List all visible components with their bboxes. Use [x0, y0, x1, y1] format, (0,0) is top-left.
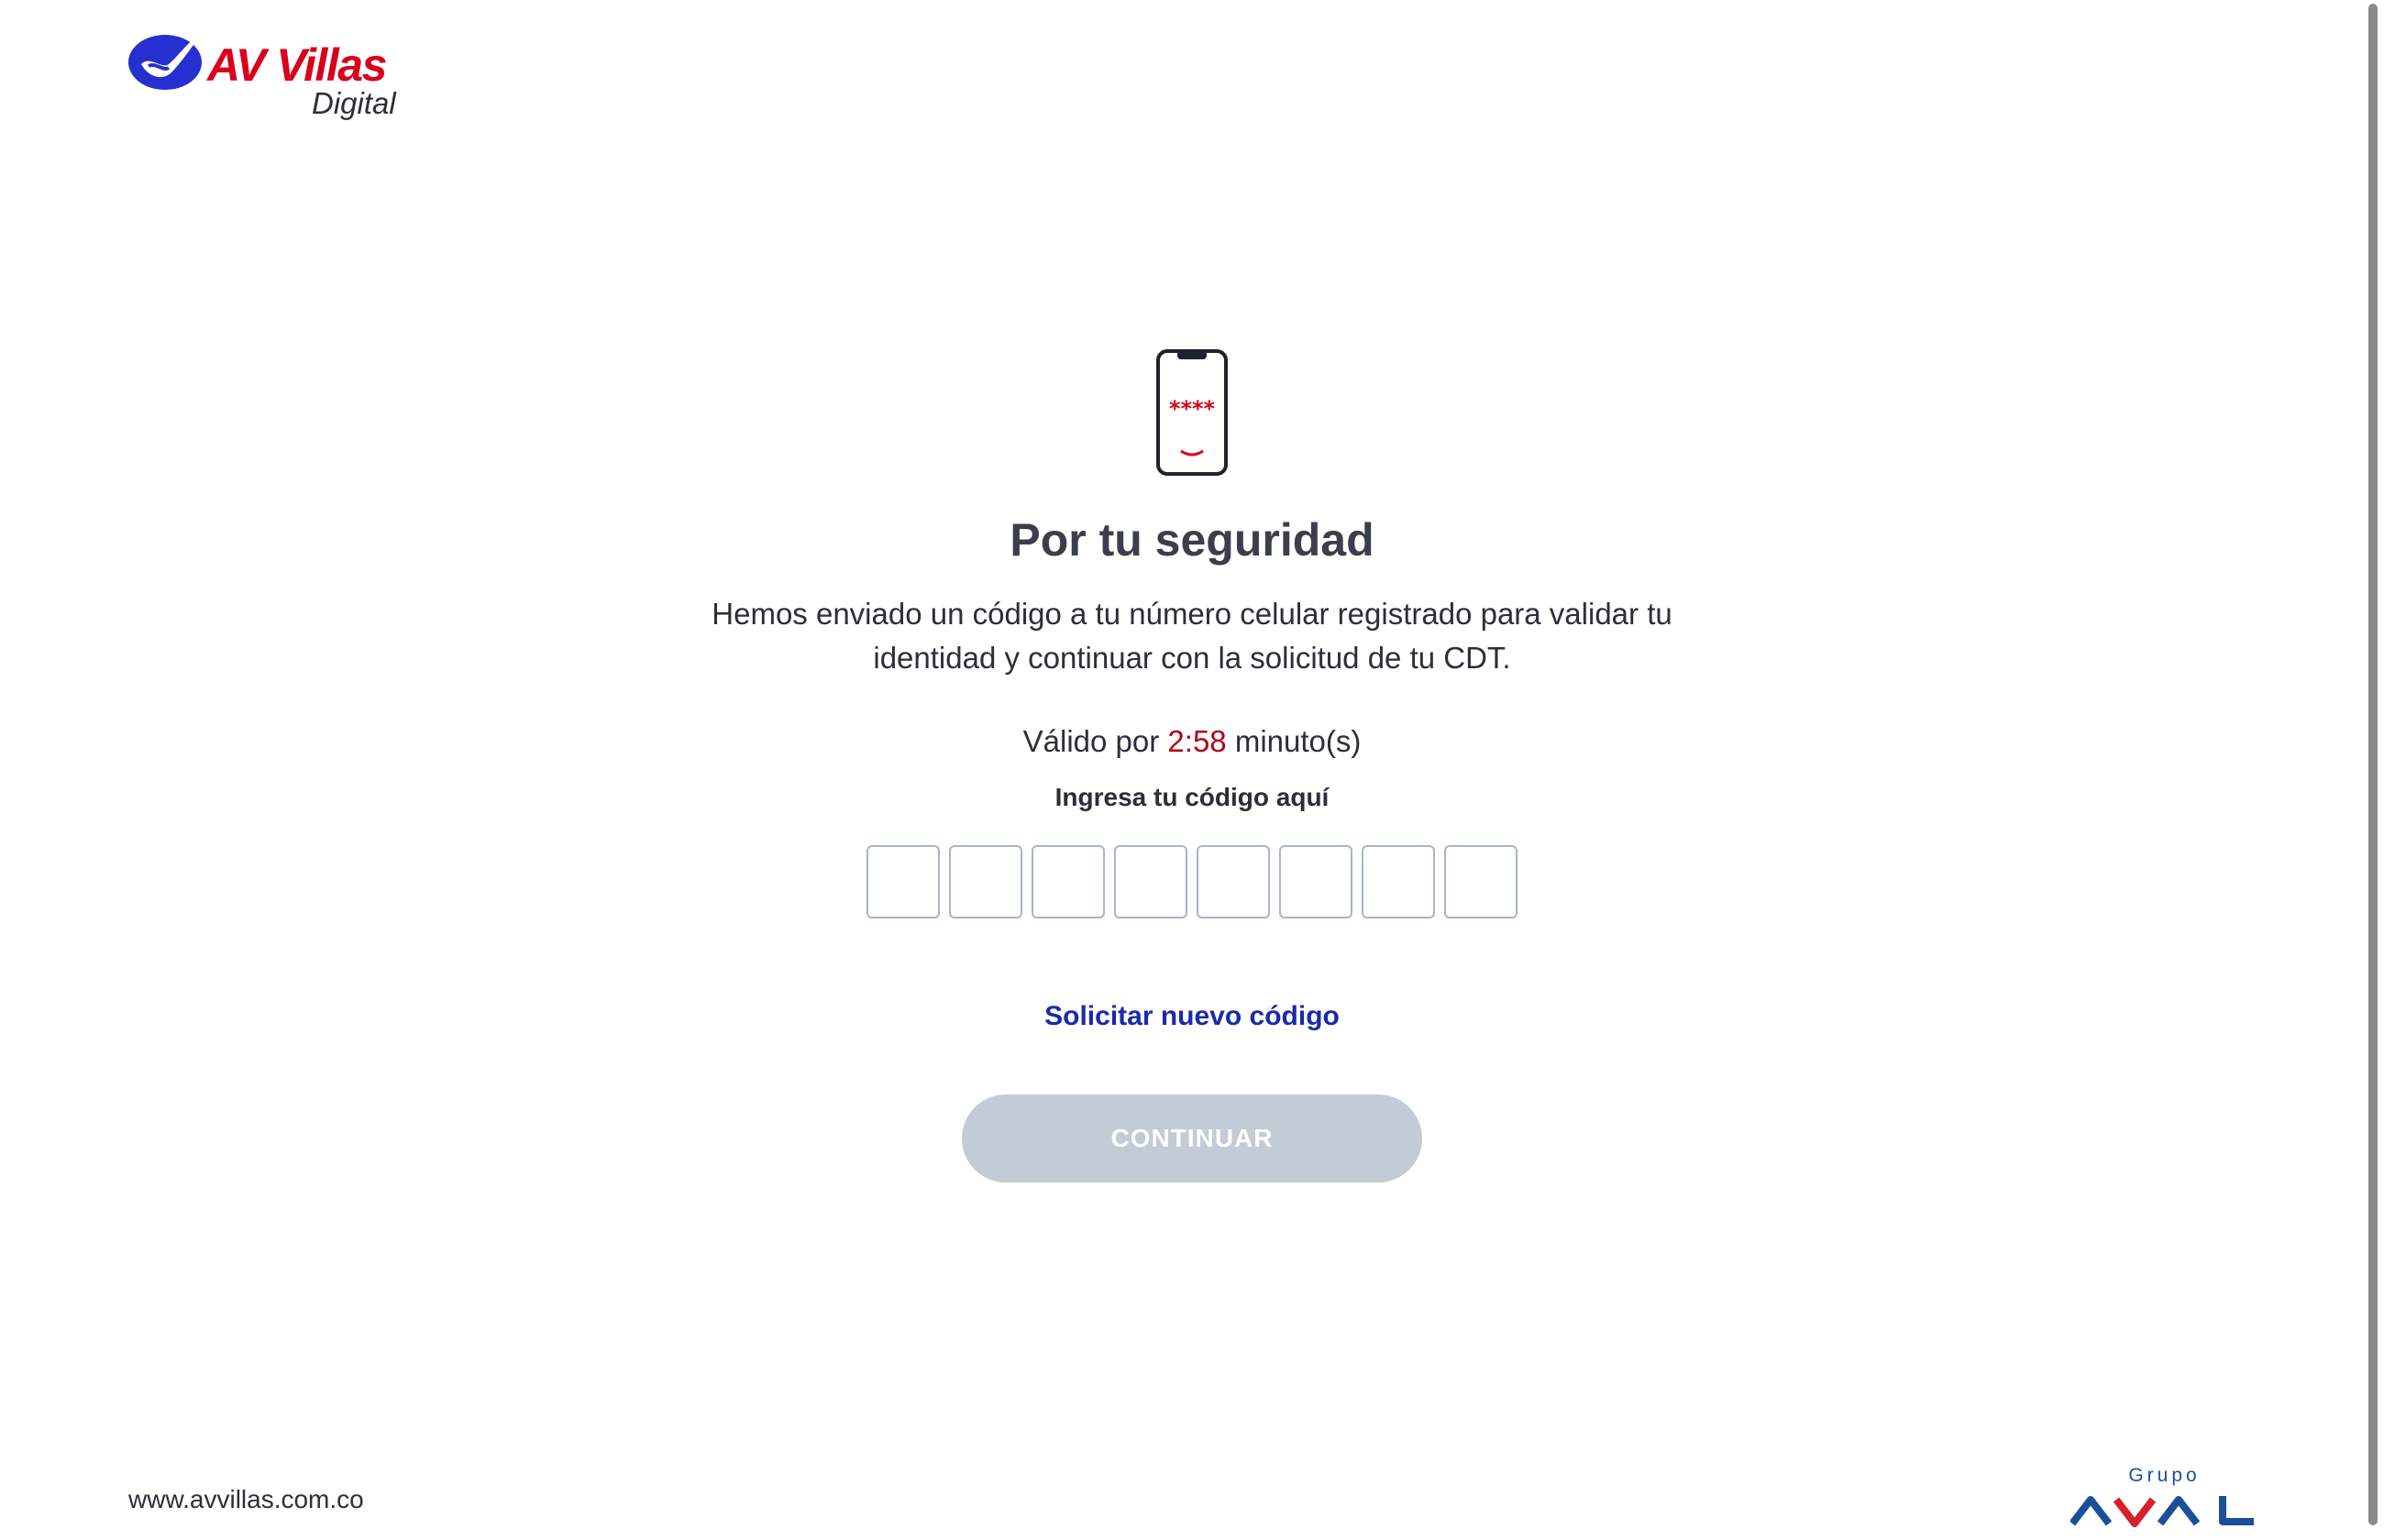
instructions-text: Hemos enviado un código a tu número celu…: [712, 597, 1672, 675]
countdown-timer: 2:58: [1167, 724, 1227, 758]
validity-suffix: minuto(s): [1234, 724, 1362, 758]
otp-digit-3[interactable]: [1032, 845, 1105, 918]
request-new-code-link[interactable]: Solicitar nuevo código: [1044, 1001, 1340, 1032]
otp-digit-4[interactable]: [1114, 845, 1187, 918]
validity-text: Válido por 2:58 minuto(s): [0, 724, 2384, 759]
brand-subtitle: Digital: [312, 86, 396, 120]
av-villas-logo[interactable]: AV Villas Digital: [128, 28, 422, 128]
brand-name: AV Villas: [207, 39, 387, 91]
phone-code-icon: ****: [1156, 349, 1228, 476]
grupo-aval-logo: Grupo: [2070, 1465, 2258, 1527]
aval-wordmark-icon: [2070, 1496, 2254, 1527]
validity-prefix: Válido por: [1022, 724, 1160, 758]
page: AV Villas Digital **** Por tu seguridad …: [0, 0, 2384, 1540]
code-label: Ingresa tu código aquí: [1054, 783, 1330, 811]
continue-button[interactable]: CONTINUAR: [962, 1094, 1422, 1182]
otp-input-group: [0, 845, 2384, 918]
scrollbar-thumb[interactable]: [2368, 4, 2378, 1525]
otp-digit-6[interactable]: [1279, 845, 1352, 918]
page-title: Por tu seguridad: [1010, 514, 1374, 566]
aval-grupo-text: Grupo: [2128, 1465, 2201, 1486]
otp-digit-8[interactable]: [1444, 845, 1518, 918]
otp-digit-7[interactable]: [1362, 845, 1435, 918]
phone-masked-code: ****: [1169, 396, 1216, 422]
av-villas-emblem-icon: [128, 31, 204, 90]
otp-digit-5[interactable]: [1197, 845, 1270, 918]
otp-digit-2[interactable]: [949, 845, 1022, 918]
vertical-scrollbar[interactable]: [2362, 0, 2384, 1540]
website-url[interactable]: www.avvillas.com.co: [128, 1485, 364, 1514]
otp-digit-1[interactable]: [866, 845, 940, 918]
verification-panel: **** Por tu seguridad Hemos enviado un c…: [0, 348, 2384, 1182]
